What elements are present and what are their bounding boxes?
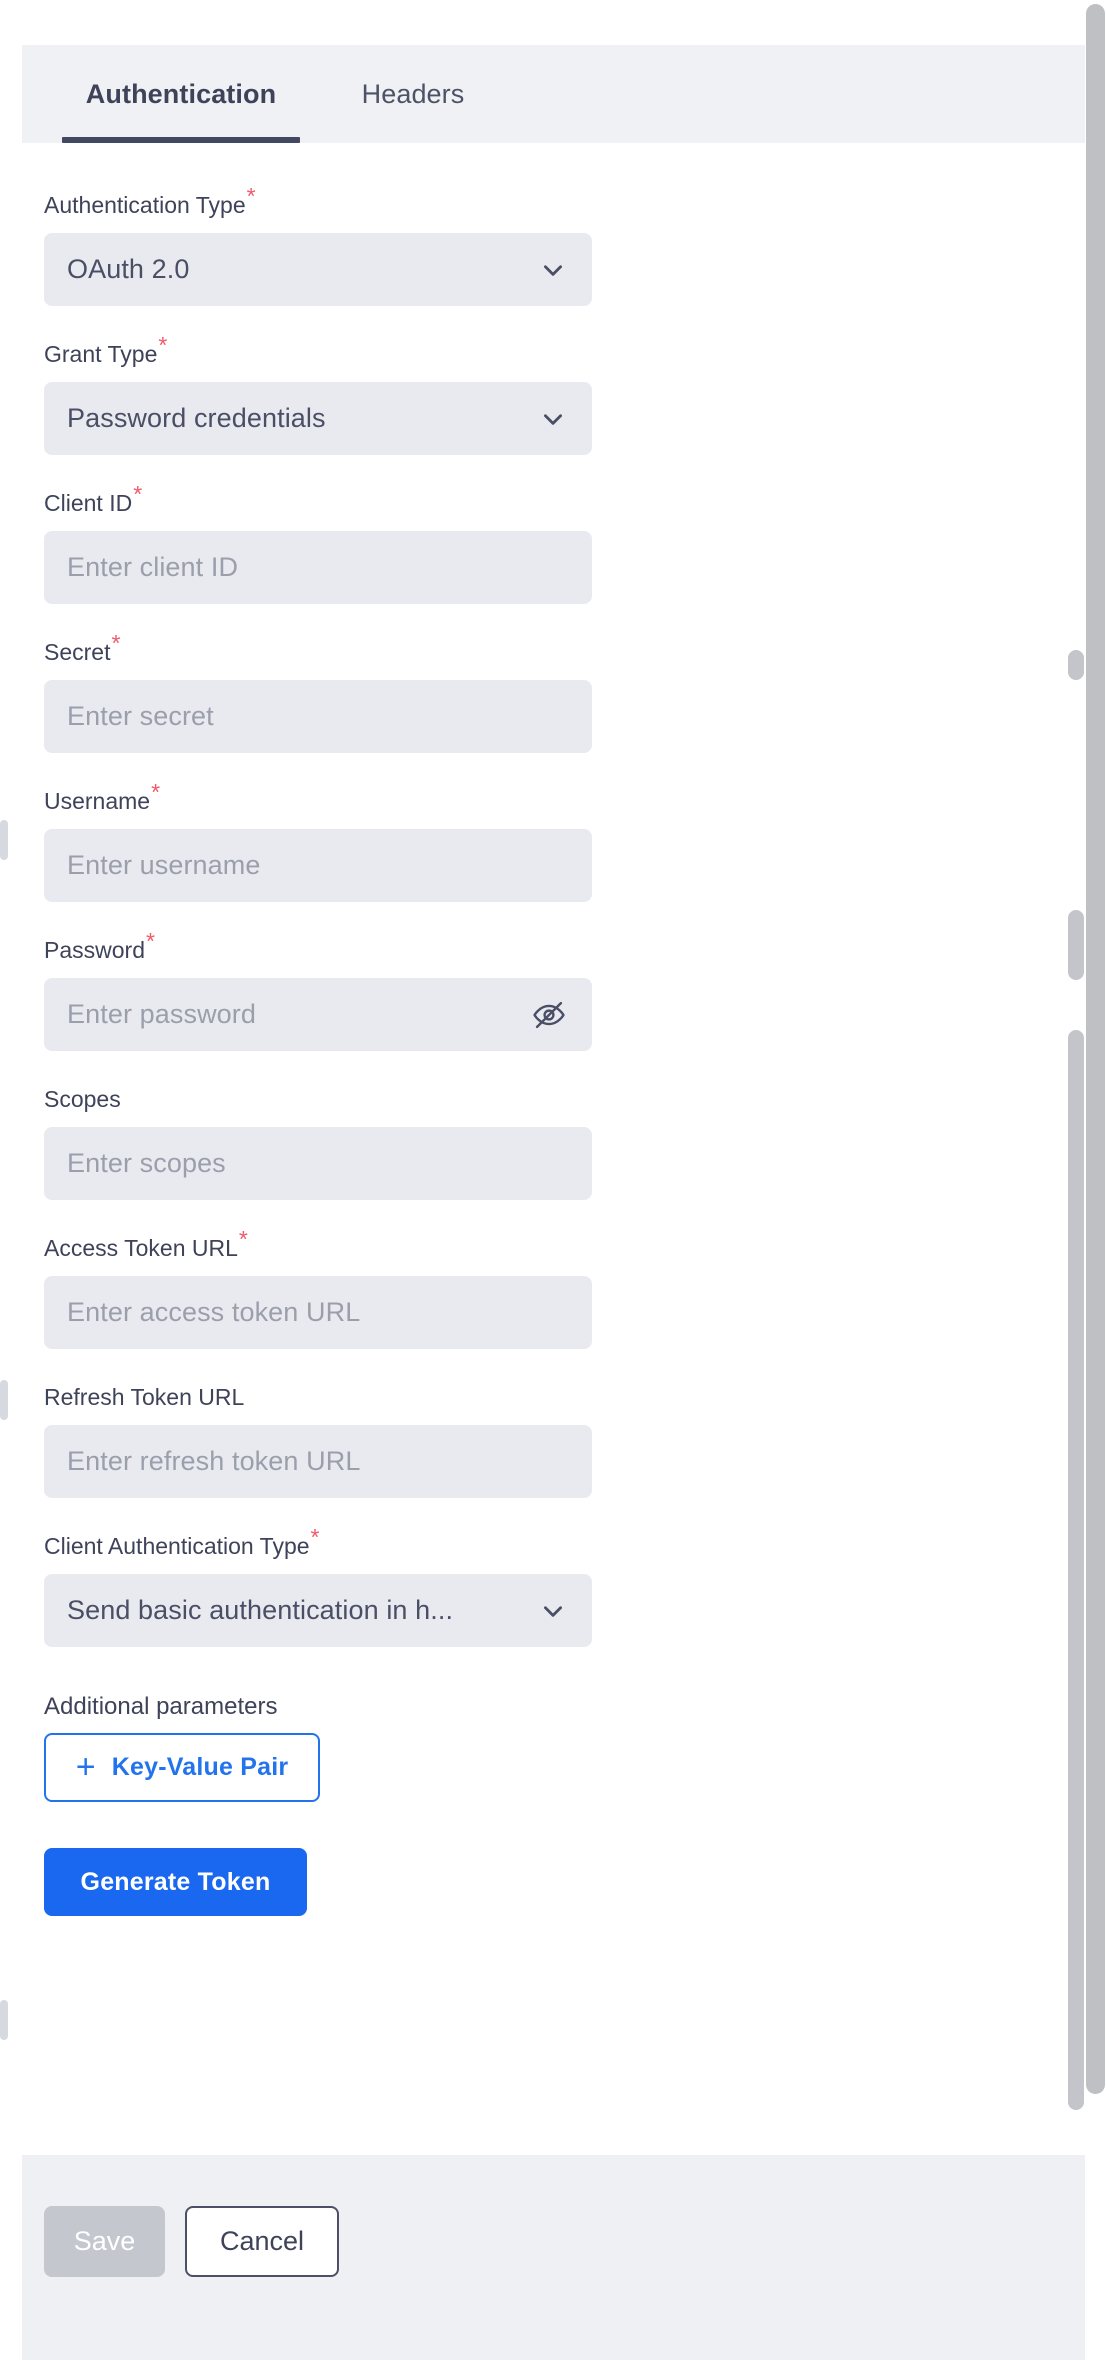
outer-scrollbar-thumb[interactable] bbox=[1086, 4, 1105, 2094]
select-client-authentication-type-value: Send basic authentication in h... bbox=[67, 1595, 454, 1625]
input-username-placeholder: Enter username bbox=[67, 850, 261, 880]
field-secret: Secret* Enter secret bbox=[44, 630, 604, 753]
label-grant-type: Grant Type* bbox=[44, 332, 168, 367]
footer-action-bar: Save Cancel bbox=[22, 2155, 1085, 2360]
left-rail-mark-2 bbox=[0, 1380, 8, 1420]
save-button[interactable]: Save bbox=[44, 2206, 165, 2277]
field-grant-type: Grant Type* Password credentials bbox=[44, 332, 604, 455]
label-access-token-url: Access Token URL* bbox=[44, 1226, 248, 1261]
input-username[interactable]: Enter username bbox=[44, 829, 592, 902]
required-asterisk: * bbox=[246, 183, 256, 210]
chevron-down-icon[interactable] bbox=[540, 406, 566, 432]
inner-scrollbar-thumb-1[interactable] bbox=[1068, 650, 1084, 680]
input-access-token-url-placeholder: Enter access token URL bbox=[67, 1297, 361, 1327]
screen-root: Authentication Headers Authentication Ty… bbox=[0, 0, 1106, 2360]
input-secret[interactable]: Enter secret bbox=[44, 680, 592, 753]
required-asterisk: * bbox=[158, 332, 168, 359]
label-client-id: Client ID* bbox=[44, 481, 143, 516]
input-scopes-placeholder: Enter scopes bbox=[67, 1148, 226, 1178]
eye-off-icon[interactable] bbox=[532, 998, 566, 1032]
label-password: Password* bbox=[44, 928, 155, 963]
select-client-authentication-type[interactable]: Send basic authentication in h... bbox=[44, 1574, 592, 1647]
form-body: Authentication Type* OAuth 2.0 Grant Typ… bbox=[22, 143, 1085, 2155]
field-scopes: Scopes Enter scopes bbox=[44, 1085, 604, 1200]
inner-scrollbar-thumb-2[interactable] bbox=[1068, 910, 1084, 980]
generate-token-button[interactable]: Generate Token bbox=[44, 1848, 307, 1916]
tab-authentication-label: Authentication bbox=[85, 78, 277, 109]
select-grant-type-value: Password credentials bbox=[67, 403, 326, 433]
required-asterisk: * bbox=[238, 1226, 248, 1253]
field-username: Username* Enter username bbox=[44, 779, 604, 902]
required-asterisk: * bbox=[151, 779, 161, 806]
input-secret-placeholder: Enter secret bbox=[67, 701, 214, 731]
tab-headers-label: Headers bbox=[361, 78, 465, 109]
tab-bar: Authentication Headers bbox=[22, 45, 1085, 143]
select-authentication-type-value: OAuth 2.0 bbox=[67, 254, 190, 284]
tab-authentication[interactable]: Authentication bbox=[44, 45, 318, 143]
label-username: Username* bbox=[44, 779, 161, 814]
input-access-token-url[interactable]: Enter access token URL bbox=[44, 1276, 592, 1349]
field-access-token-url: Access Token URL* Enter access token URL bbox=[44, 1226, 604, 1349]
field-refresh-token-url: Refresh Token URL Enter refresh token UR… bbox=[44, 1383, 604, 1498]
label-secret: Secret* bbox=[44, 630, 121, 665]
input-refresh-token-url-placeholder: Enter refresh token URL bbox=[67, 1446, 361, 1476]
required-asterisk: * bbox=[145, 928, 155, 955]
additional-parameters-label: Additional parameters bbox=[44, 1693, 278, 1720]
field-client-authentication-type: Client Authentication Type* Send basic a… bbox=[44, 1524, 604, 1647]
outer-scrollbar-track[interactable] bbox=[1085, 0, 1106, 2360]
input-password[interactable]: Enter password bbox=[44, 978, 592, 1051]
select-grant-type[interactable]: Password credentials bbox=[44, 382, 592, 455]
panel-top-strip bbox=[22, 0, 1085, 45]
required-asterisk: * bbox=[310, 1524, 320, 1551]
label-scopes: Scopes bbox=[44, 1086, 121, 1112]
footer-gap bbox=[44, 2110, 1106, 2155]
input-scopes[interactable]: Enter scopes bbox=[44, 1127, 592, 1200]
field-password: Password* Enter password bbox=[44, 928, 604, 1051]
chevron-down-icon[interactable] bbox=[540, 1598, 566, 1624]
required-asterisk: * bbox=[111, 630, 121, 657]
auth-config-panel: Authentication Headers Authentication Ty… bbox=[22, 0, 1106, 2360]
label-authentication-type: Authentication Type* bbox=[44, 183, 256, 218]
add-key-value-pair-button[interactable]: + Key-Value Pair bbox=[44, 1733, 320, 1802]
input-client-id[interactable]: Enter client ID bbox=[44, 531, 592, 604]
left-rail-mark-1 bbox=[0, 820, 8, 860]
label-client-authentication-type: Client Authentication Type* bbox=[44, 1524, 320, 1559]
field-client-id: Client ID* Enter client ID bbox=[44, 481, 604, 604]
tab-headers[interactable]: Headers bbox=[318, 45, 508, 143]
left-rail-mark-3 bbox=[0, 2000, 8, 2040]
required-asterisk: * bbox=[133, 481, 143, 508]
add-key-value-pair-label: Key-Value Pair bbox=[111, 1753, 289, 1781]
label-refresh-token-url: Refresh Token URL bbox=[44, 1384, 245, 1410]
input-password-placeholder: Enter password bbox=[67, 999, 256, 1029]
cancel-button[interactable]: Cancel bbox=[185, 2206, 339, 2277]
inner-scrollbar-thumb-3[interactable] bbox=[1068, 1030, 1084, 2110]
chevron-down-icon[interactable] bbox=[540, 257, 566, 283]
field-authentication-type: Authentication Type* OAuth 2.0 bbox=[44, 183, 604, 306]
select-authentication-type[interactable]: OAuth 2.0 bbox=[44, 233, 592, 306]
input-client-id-placeholder: Enter client ID bbox=[67, 552, 239, 582]
input-refresh-token-url[interactable]: Enter refresh token URL bbox=[44, 1425, 592, 1498]
